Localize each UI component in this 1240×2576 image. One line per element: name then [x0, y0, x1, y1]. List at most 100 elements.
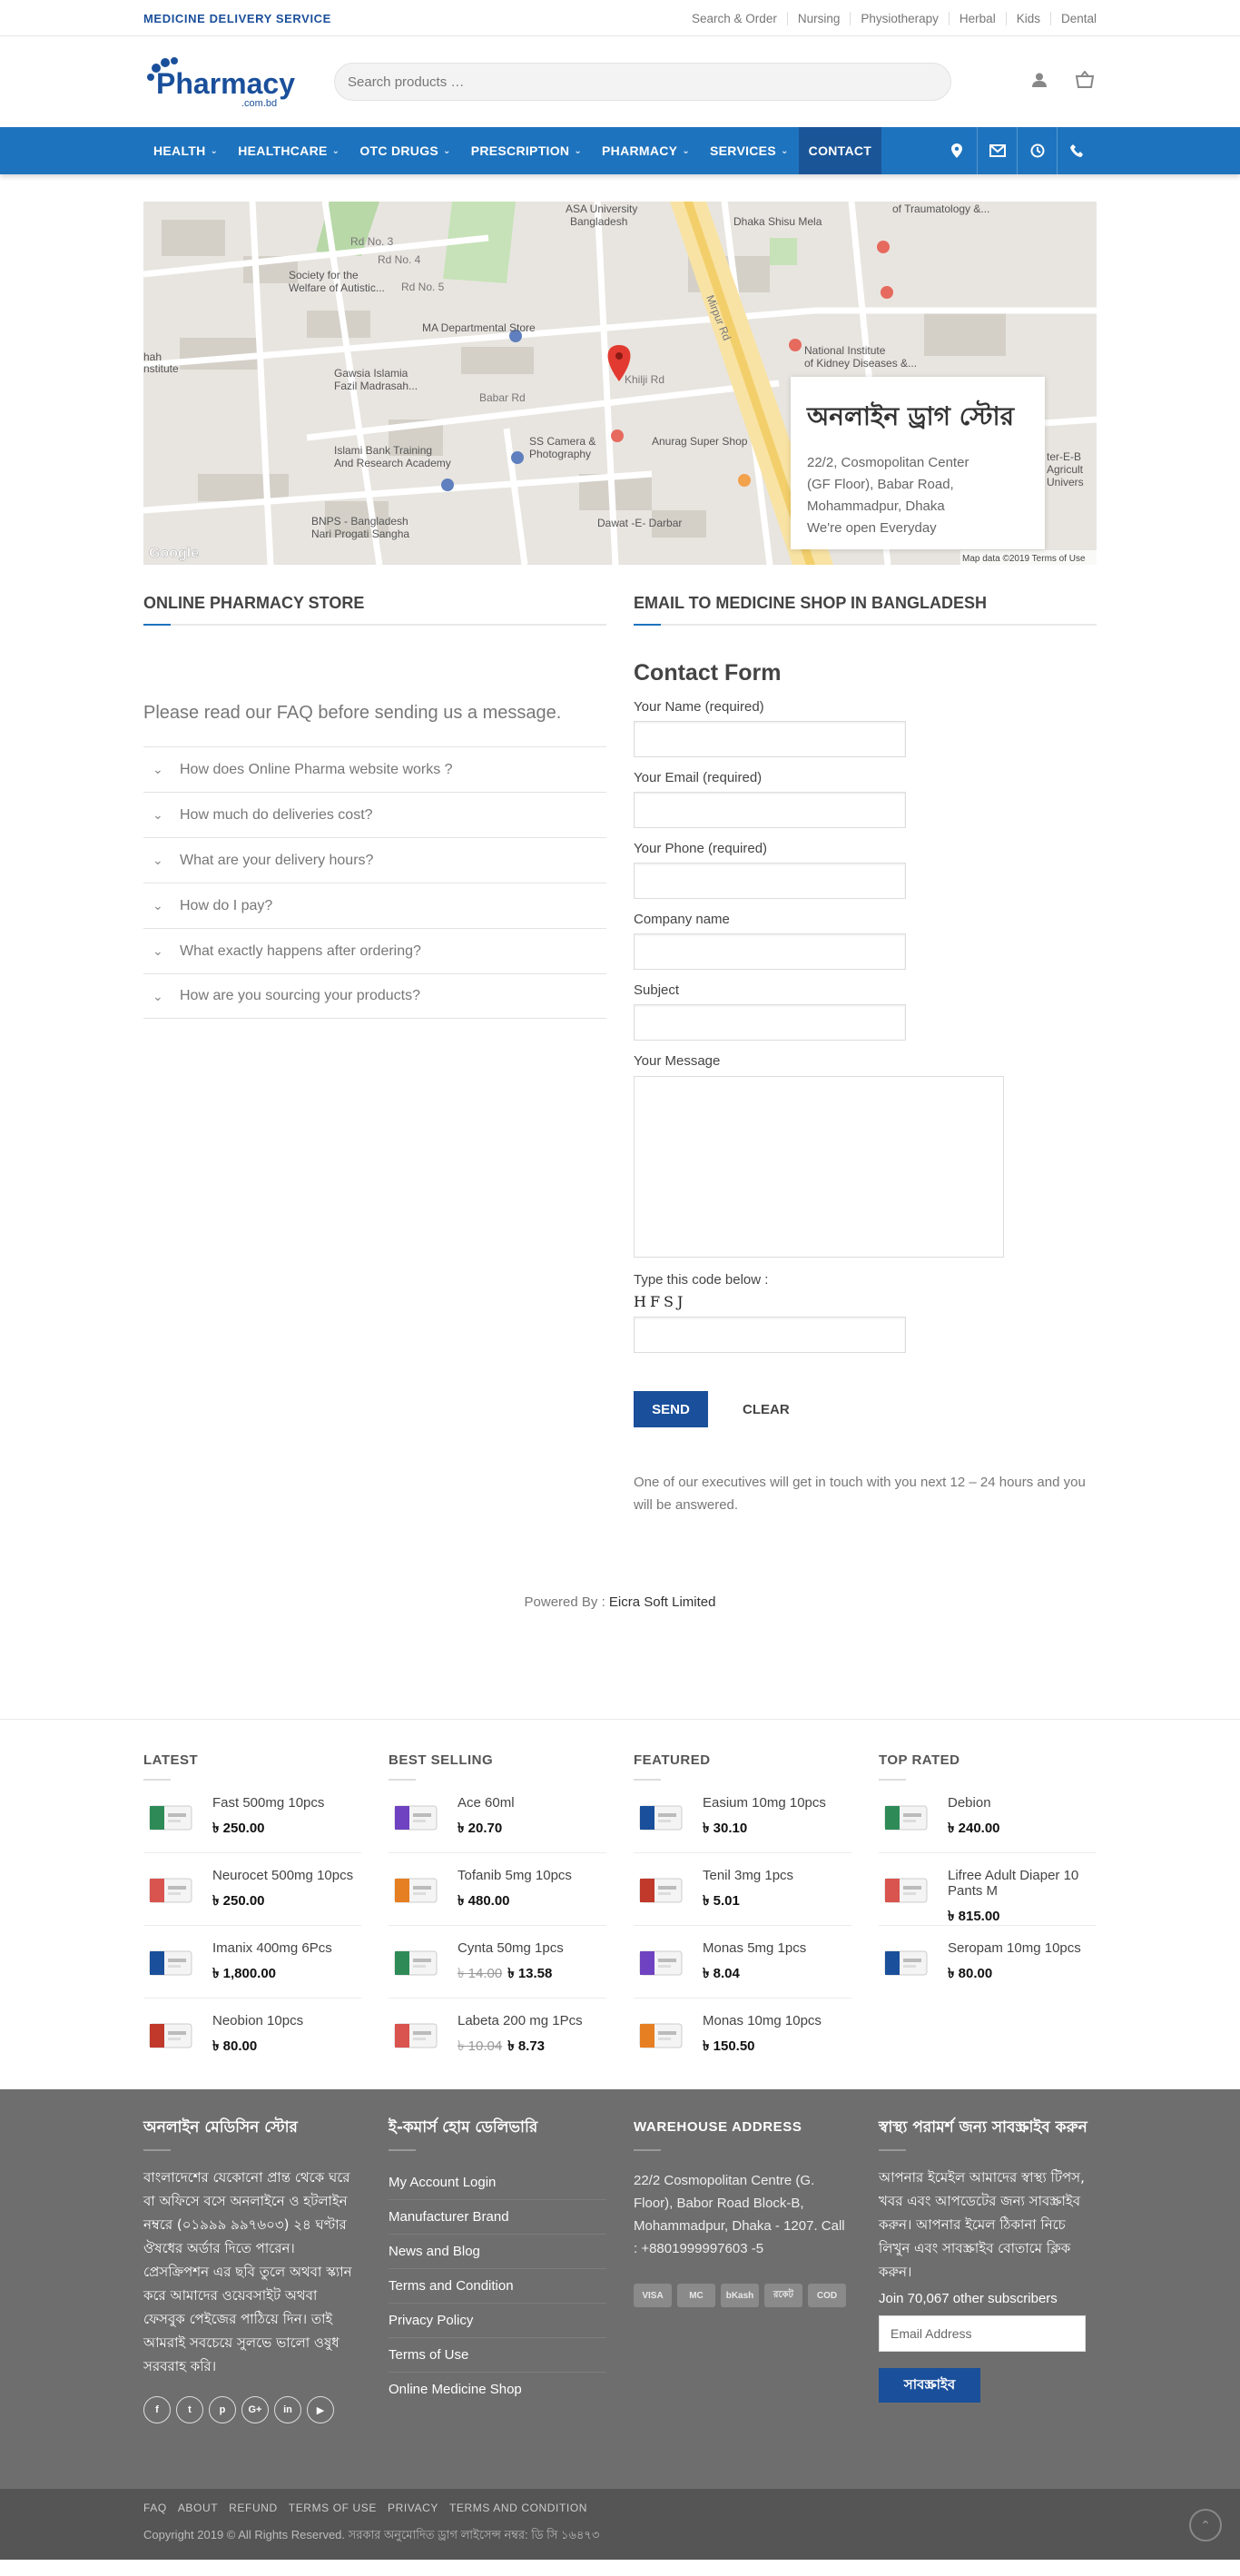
product-thumbnail[interactable] — [389, 2008, 443, 2062]
linkedin-icon[interactable]: in — [274, 2396, 301, 2423]
pinterest-icon[interactable]: p — [209, 2396, 236, 2423]
product-item[interactable]: Labeta 200 mg 1Pcs ৳ 10.04 ৳ 8.73 — [389, 1999, 606, 2071]
powered-link[interactable]: Eicra Soft Limited — [609, 1594, 716, 1610]
product-item[interactable]: Fast 500mg 10pcs ৳ 250.00 — [143, 1781, 361, 1853]
clear-button[interactable]: CLEAR — [743, 1402, 790, 1417]
product-item[interactable]: Neobion 10pcs ৳ 80.00 — [143, 1999, 361, 2071]
product-thumbnail[interactable] — [634, 2008, 688, 2062]
product-item[interactable]: Tenil 3mg 1pcs ৳ 5.01 — [634, 1853, 851, 1926]
faq-item[interactable]: ⌄ What are your delivery hours? — [143, 837, 606, 883]
product-name[interactable]: Lifree Adult Diaper 10 Pants M — [948, 1868, 1097, 1899]
top-link[interactable]: Nursing — [786, 11, 851, 25]
top-link[interactable]: Search & Order — [682, 12, 787, 25]
captcha-input[interactable] — [634, 1317, 906, 1353]
top-link[interactable]: Dental — [1049, 11, 1097, 25]
product-thumbnail[interactable] — [389, 1862, 443, 1917]
product-item[interactable]: Tofanib 5mg 10pcs ৳ 480.00 — [389, 1853, 606, 1926]
cart-icon[interactable] — [1075, 70, 1095, 93]
product-name[interactable]: Ace 60ml — [458, 1795, 515, 1811]
location-map[interactable]: ASA University Bangladesh Dhaka Shisu Mel… — [143, 202, 1097, 565]
youtube-icon[interactable]: ▶ — [307, 2396, 334, 2423]
clock-icon[interactable] — [1017, 127, 1057, 174]
footer-link[interactable]: Terms and Condition — [389, 2269, 606, 2304]
top-link[interactable]: Kids — [1005, 11, 1050, 25]
mail-icon[interactable] — [977, 127, 1017, 174]
product-item[interactable]: Monas 10mg 10pcs ৳ 150.50 — [634, 1999, 851, 2071]
product-thumbnail[interactable] — [389, 1790, 443, 1844]
top-link[interactable]: Herbal — [948, 11, 1006, 25]
twitter-icon[interactable]: t — [176, 2396, 203, 2423]
nav-item-contact[interactable]: CONTACT — [798, 127, 882, 174]
faq-item[interactable]: ⌄ How does Online Pharma website works ? — [143, 746, 606, 792]
bottom-link[interactable]: PRIVACY — [388, 2502, 438, 2514]
nav-item-otc-drugs[interactable]: OTC DRUGS ⌄ — [349, 127, 460, 174]
footer-link[interactable]: Online Medicine Shop — [389, 2373, 606, 2407]
faq-item[interactable]: ⌄ What exactly happens after ordering? — [143, 928, 606, 973]
email-input[interactable]: Email Address — [879, 2315, 1086, 2352]
product-item[interactable]: Imanix 400mg 6Pcs ৳ 1,800.00 — [143, 1926, 361, 1999]
product-thumbnail[interactable] — [389, 1935, 443, 1989]
product-name[interactable]: Neurocet 500mg 10pcs — [212, 1868, 353, 1883]
facebook-icon[interactable]: f — [143, 2396, 171, 2423]
message-textarea[interactable] — [634, 1076, 1004, 1258]
nav-item-prescription[interactable]: PRESCRIPTION ⌄ — [461, 127, 592, 174]
product-thumbnail[interactable] — [879, 1935, 933, 1989]
form-field-2[interactable] — [634, 863, 906, 899]
google-plus-icon[interactable]: G+ — [241, 2396, 269, 2423]
site-logo[interactable]: Pharmacy .com.bd — [143, 50, 334, 114]
product-thumbnail[interactable] — [143, 1790, 198, 1844]
product-name[interactable]: Imanix 400mg 6Pcs — [212, 1940, 332, 1956]
bottom-link[interactable]: TERMS OF USE — [289, 2502, 377, 2514]
product-item[interactable]: Debion ৳ 240.00 — [879, 1781, 1097, 1853]
product-name[interactable]: Tofanib 5mg 10pcs — [458, 1868, 572, 1883]
product-thumbnail[interactable] — [143, 1935, 198, 1989]
faq-item[interactable]: ⌄ How much do deliveries cost? — [143, 792, 606, 837]
product-item[interactable]: Easium 10mg 10pcs ৳ 30.10 — [634, 1781, 851, 1853]
footer-link[interactable]: My Account Login — [389, 2166, 606, 2200]
product-item[interactable]: Monas 5mg 1pcs ৳ 8.04 — [634, 1926, 851, 1999]
product-thumbnail[interactable] — [634, 1862, 688, 1917]
product-item[interactable]: Ace 60ml ৳ 20.70 — [389, 1781, 606, 1853]
product-name[interactable]: Tenil 3mg 1pcs — [703, 1868, 793, 1883]
product-thumbnail[interactable] — [634, 1790, 688, 1844]
product-name[interactable]: Debion — [948, 1795, 1000, 1811]
product-item[interactable]: Seropam 10mg 10pcs ৳ 80.00 — [879, 1926, 1097, 1999]
product-thumbnail[interactable] — [879, 1862, 933, 1917]
bottom-link[interactable]: TERMS AND CONDITION — [449, 2502, 587, 2514]
product-name[interactable]: Monas 5mg 1pcs — [703, 1940, 806, 1956]
nav-item-pharmacy[interactable]: PHARMACY ⌄ — [592, 127, 700, 174]
product-name[interactable]: Cynta 50mg 1pcs — [458, 1940, 564, 1956]
product-thumbnail[interactable] — [879, 1790, 933, 1844]
product-item[interactable]: Lifree Adult Diaper 10 Pants M ৳ 815.00 — [879, 1853, 1097, 1926]
product-name[interactable]: Neobion 10pcs — [212, 2013, 303, 2028]
faq-item[interactable]: ⌄ How are you sourcing your products? — [143, 973, 606, 1019]
faq-item[interactable]: ⌄ How do I pay? — [143, 883, 606, 928]
product-thumbnail[interactable] — [143, 2008, 198, 2062]
bottom-link[interactable]: FAQ — [143, 2502, 167, 2514]
form-field-3[interactable] — [634, 933, 906, 970]
bottom-link[interactable]: ABOUT — [178, 2502, 218, 2514]
product-name[interactable]: Labeta 200 mg 1Pcs — [458, 2013, 583, 2028]
search-input[interactable]: Search products … — [334, 63, 951, 101]
product-name[interactable]: Monas 10mg 10pcs — [703, 2013, 822, 2028]
product-name[interactable]: Easium 10mg 10pcs — [703, 1795, 826, 1811]
product-item[interactable]: Cynta 50mg 1pcs ৳ 14.00 ৳ 13.58 — [389, 1926, 606, 1999]
user-icon[interactable] — [1031, 72, 1048, 92]
phone-icon[interactable] — [1057, 127, 1097, 174]
nav-item-services[interactable]: SERVICES ⌄ — [700, 127, 799, 174]
form-field-1[interactable] — [634, 792, 906, 828]
product-item[interactable]: Neurocet 500mg 10pcs ৳ 250.00 — [143, 1853, 361, 1926]
form-field-0[interactable] — [634, 721, 906, 757]
send-button[interactable]: SEND — [634, 1391, 708, 1427]
product-name[interactable]: Seropam 10mg 10pcs — [948, 1940, 1081, 1956]
footer-link[interactable]: News and Blog — [389, 2235, 606, 2269]
footer-link[interactable]: Terms of Use — [389, 2338, 606, 2373]
product-thumbnail[interactable] — [634, 1935, 688, 1989]
location-icon[interactable] — [937, 127, 977, 174]
top-link[interactable]: Physiotherapy — [850, 11, 949, 25]
form-field-4[interactable] — [634, 1004, 906, 1041]
subscribe-button[interactable]: সাবস্ক্রাইব — [879, 2368, 980, 2403]
footer-link[interactable]: Manufacturer Brand — [389, 2200, 606, 2235]
nav-item-health[interactable]: HEALTH ⌄ — [143, 127, 228, 174]
back-to-top-icon[interactable]: ⌃ — [1189, 2509, 1222, 2541]
